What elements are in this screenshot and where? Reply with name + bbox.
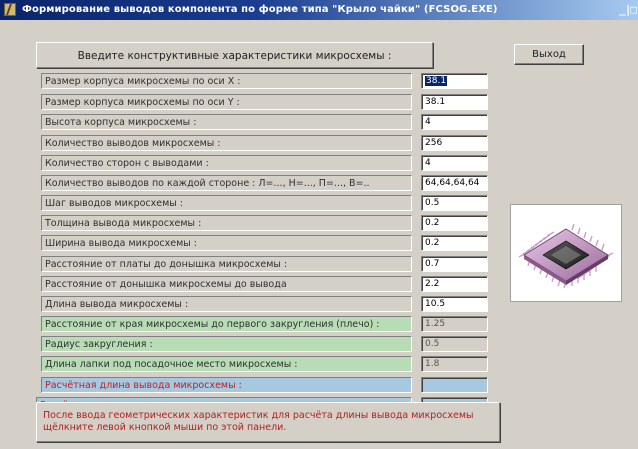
chip-image-panel [510,204,622,302]
row-label-body-size-y: Размер корпуса микросхемы по оси Y : [41,94,412,110]
input-pin-thickness[interactable]: 0.2 [421,215,488,231]
input-body-height[interactable]: 4 [421,114,488,130]
row-label-pin-thickness: Толщина вывода микросхемы : [41,215,412,231]
header-panel: Введите конструктивные характеристики ми… [36,42,433,68]
exit-button[interactable]: Выход [514,44,584,65]
input-pin-width[interactable]: 0.2 [421,235,488,251]
row-label-pins-per-side: Количество выводов по каждой стороне : Л… [41,175,412,191]
input-pin-count[interactable]: 256 [421,135,488,151]
row-label-foot-length: Длина лапки под посадочное место микросх… [41,356,412,372]
title-bar[interactable]: Формирование выводов компонента по форме… [0,0,638,20]
row-label-body-to-pin: Расстояние от донышка микросхемы до выво… [41,276,412,292]
row-label-sides-count: Количество сторон с выводами : [41,155,412,171]
main-form: Введите конструктивные характеристики ми… [0,20,638,449]
row-label-board-to-body: Расстояние от платы до донышка микросхем… [41,256,412,272]
input-body-to-pin[interactable]: 2.2 [421,276,488,292]
window-controls[interactable]: _|□ [619,3,637,16]
calculate-info-panel[interactable]: После ввода геометрических характеристик… [36,402,500,442]
input-pin-length[interactable]: 10.5 [421,296,488,312]
row-label-body-height: Высота корпуса микросхемы : [41,114,412,130]
input-sides-count[interactable]: 4 [421,155,488,171]
input-pin-pitch[interactable]: 0.5 [421,195,488,211]
qfp-chip-icon [518,223,614,289]
input-body-size-x-value: 38.1 [425,76,448,86]
output-calc-pin-length [421,377,488,393]
row-label-bend-radius: Радиус закругления : [41,336,412,352]
row-label-calc-pin-length: Расчётная длина вывода микросхемы : [41,377,412,393]
row-label-body-size-x: Размер корпуса микросхемы по оси X : [41,73,412,89]
row-label-pin-pitch: Шаг выводов микросхемы : [41,195,412,211]
row-label-pin-width: Ширина вывода микросхемы : [41,235,412,251]
input-body-size-x[interactable]: 38.1 [421,73,488,89]
row-label-shoulder: Расстояние от края микросхемы до первого… [41,316,412,332]
input-bend-radius[interactable]: 0.5 [421,336,488,352]
row-label-pin-count: Количество выводов микросхемы : [41,135,412,151]
row-label-pin-length: Длина вывода микросхемы : [41,296,412,312]
app-icon [4,3,16,16]
input-body-size-y[interactable]: 38.1 [421,94,488,110]
input-foot-length[interactable]: 1.8 [421,356,488,372]
window-title: Формирование выводов компонента по форме… [22,4,498,15]
input-pins-per-side[interactable]: 64,64,64,64 [421,175,488,191]
input-board-to-body[interactable]: 0.7 [421,256,488,272]
input-shoulder[interactable]: 1.25 [421,316,488,332]
